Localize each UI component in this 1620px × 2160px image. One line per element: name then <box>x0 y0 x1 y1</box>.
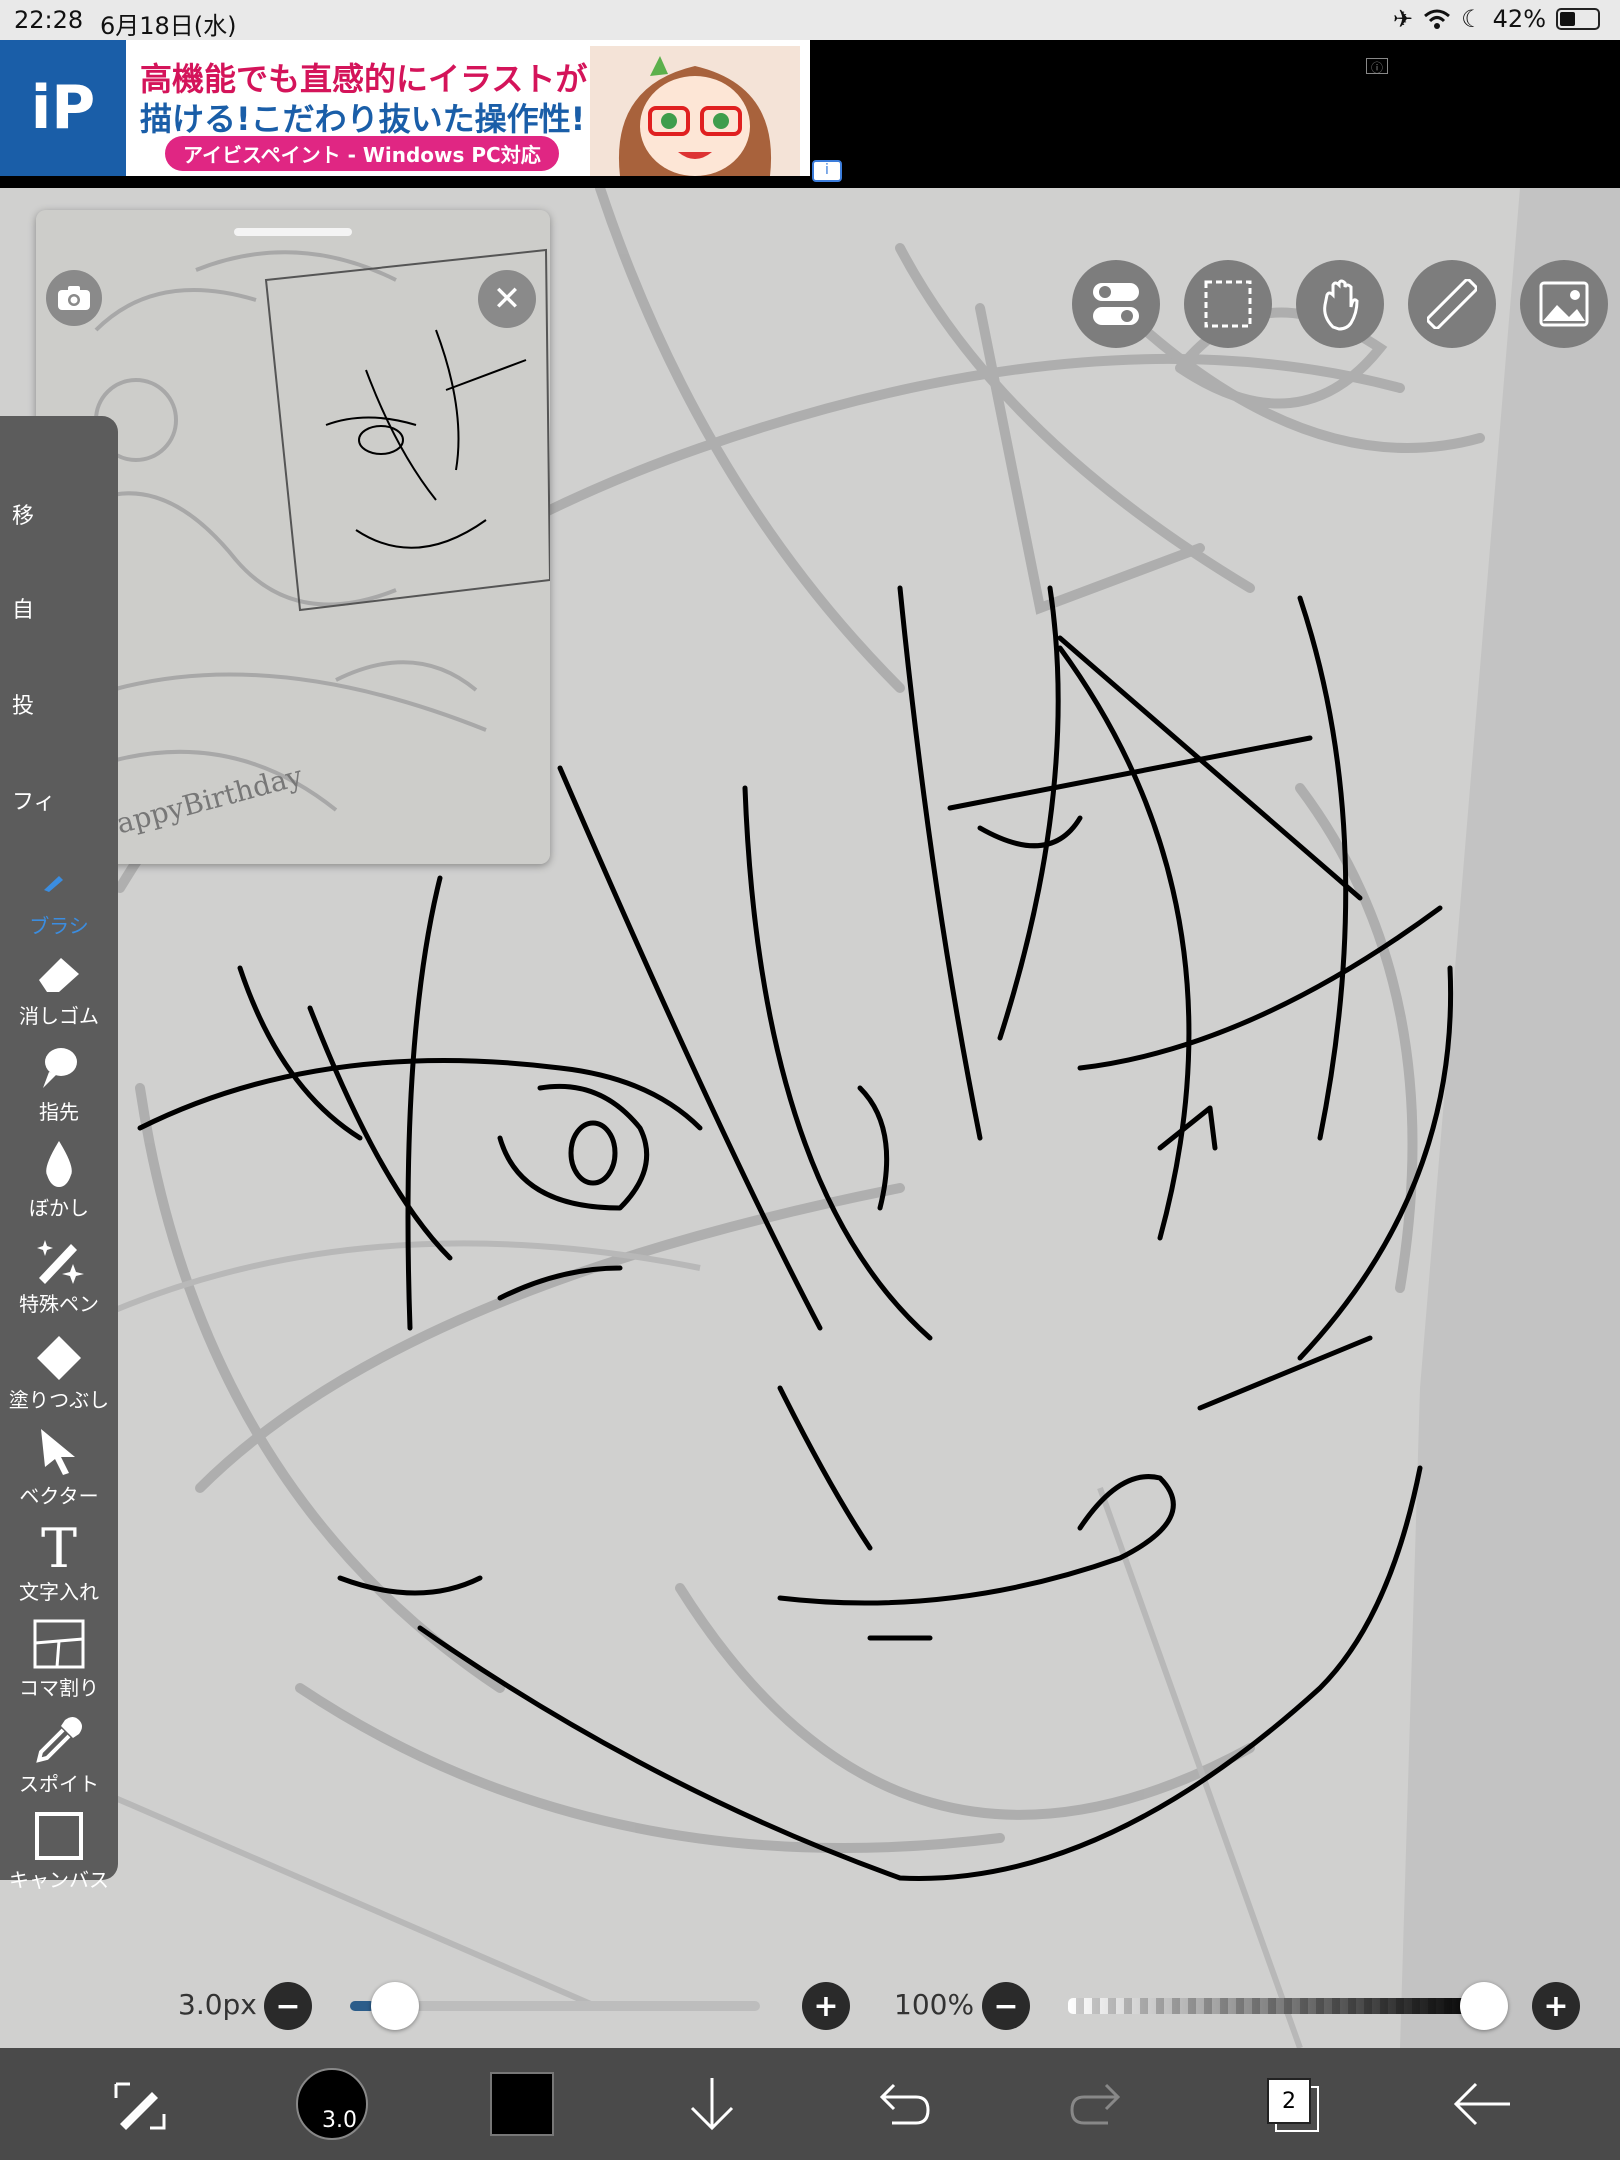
opacity-label: 100% <box>894 1988 975 2021</box>
ibis-logo: iP <box>0 40 126 176</box>
wifi-icon <box>1424 9 1451 29</box>
tool-special-pen[interactable]: 特殊ペン <box>0 1234 118 1330</box>
battery-percent: 42% <box>1492 5 1546 33</box>
tool-label: キャンバス <box>9 1868 109 1892</box>
ibis-paint-screen: 22:28 6月18日(水) ✈ ☾ 42% iP 高機能でも直感的にイラストが… <box>0 0 1620 2160</box>
eyedropper-icon <box>31 1714 87 1766</box>
import-icon[interactable] <box>676 2062 748 2146</box>
status-bar: 22:28 6月18日(水) ✈ ☾ 42% <box>0 0 1620 40</box>
ad-banner[interactable]: iP 高機能でも直感的にイラストが 描ける!こだわり抜いた操作性! アイビスペイ… <box>0 40 810 176</box>
tool-label: ベクター <box>19 1484 99 1508</box>
tool-label: ブラシ <box>29 914 89 938</box>
color-icon[interactable] <box>486 2062 558 2146</box>
airplane-icon: ✈ <box>1393 5 1414 33</box>
tool-label: 消しゴム <box>19 1004 99 1028</box>
tool-label: 指先 <box>39 1100 79 1124</box>
hand-gesture-icon <box>1323 279 1359 331</box>
brush-size-badge: 3.0 <box>322 2108 357 2133</box>
tool-blur[interactable]: ぼかし <box>0 1138 118 1234</box>
tool-label: スポイト <box>19 1772 99 1796</box>
moon-icon: ☾ <box>1461 5 1483 33</box>
tool-label-auto-partial[interactable]: 自 <box>12 592 34 624</box>
image-icon <box>1539 281 1589 327</box>
tool-frame-divider[interactable]: コマ割り <box>0 1618 118 1714</box>
size-minus-button[interactable]: − <box>264 1982 312 2030</box>
ad-banner-area[interactable]: iP 高機能でも直感的にイラストが 描ける!こだわり抜いた操作性! アイビスペイ… <box>0 40 1620 188</box>
tool-label-filter-partial[interactable]: フィ <box>12 784 56 816</box>
selection-icon <box>1204 280 1252 328</box>
canvas-icon <box>31 1810 87 1862</box>
redo-icon[interactable] <box>1060 2062 1132 2146</box>
tool-label: コマ割り <box>19 1676 99 1700</box>
selection-button[interactable] <box>1184 260 1272 348</box>
vector-icon <box>31 1426 87 1478</box>
tool-eraser[interactable]: 消しゴム <box>0 946 118 1042</box>
tool-vector[interactable]: ベクター <box>0 1426 118 1522</box>
tool-label-select-partial[interactable]: 投 <box>12 688 34 720</box>
tool-smudge[interactable]: 指先 <box>0 1042 118 1138</box>
opacity-slider-knob[interactable] <box>1460 1982 1508 2030</box>
layer-count: 2 <box>1267 2078 1311 2124</box>
navigator-drag-handle[interactable] <box>234 228 352 236</box>
battery-icon <box>1556 8 1600 30</box>
status-right: ✈ ☾ 42% <box>1393 5 1600 33</box>
ad-character-image <box>590 46 800 176</box>
ad-tagline: アイビスペイント - Windows PC対応 <box>165 136 559 171</box>
brush-slider-row: 3.0px − + 100% − + <box>0 1964 1620 2048</box>
opacity-minus-button[interactable]: − <box>982 1982 1030 2030</box>
eraser-icon <box>31 946 87 998</box>
status-time: 22:28 <box>14 6 84 34</box>
brush-size-preview: 3.0 <box>296 2068 368 2140</box>
transform-tool-icon[interactable] <box>98 2062 182 2146</box>
tool-label: 塗りつぶし <box>8 1388 110 1412</box>
opacity-slider-track[interactable] <box>1068 1998 1484 2014</box>
hand-gesture-button[interactable] <box>1296 260 1384 348</box>
bottom-toolbar: 3.0 2 <box>0 2048 1620 2160</box>
layer-count-badge: 2 <box>1267 2078 1319 2132</box>
camera-icon[interactable] <box>46 270 102 326</box>
tool-label-move-partial[interactable]: 移 <box>12 498 34 530</box>
smudge-icon <box>31 1042 87 1094</box>
tool-label: 特殊ペン <box>19 1292 99 1316</box>
brush-icon <box>31 856 87 908</box>
toggle-icon <box>1093 283 1139 325</box>
tool-label: 文字入れ <box>19 1580 99 1604</box>
opacity-plus-button[interactable]: + <box>1532 1982 1580 2030</box>
blur-icon <box>31 1138 87 1190</box>
ad-close-button[interactable]: ⓘ <box>1366 58 1388 75</box>
brush-size-label: 3.0px <box>178 1988 257 2021</box>
current-color-swatch <box>490 2072 554 2136</box>
tool-label: ぼかし <box>29 1196 89 1220</box>
status-date: 6月18日(水) <box>100 12 237 40</box>
text-icon: T <box>40 1516 78 1580</box>
toggle-button[interactable] <box>1072 260 1160 348</box>
frame-divider-icon <box>31 1618 87 1670</box>
layers-icon[interactable]: 2 <box>1256 2062 1328 2146</box>
special-pen-icon <box>31 1234 87 1286</box>
fill-icon <box>31 1330 87 1382</box>
tool-sidebar: 移 自 投 フィ ブラシ 消しゴム 指先 ぼかし 特殊ペン 塗りつぶし ベクター… <box>0 416 118 1892</box>
close-icon[interactable]: ✕ <box>478 270 536 328</box>
tool-canvas[interactable]: キャンバス <box>0 1810 118 1906</box>
size-slider-knob[interactable] <box>370 1982 419 2030</box>
brush-size-icon[interactable]: 3.0 <box>290 2062 374 2146</box>
tool-fill[interactable]: 塗りつぶし <box>0 1330 118 1426</box>
tool-eyedropper[interactable]: スポイト <box>0 1714 118 1810</box>
battery-fill <box>1560 12 1575 26</box>
tool-brush[interactable]: ブラシ <box>0 856 118 952</box>
size-plus-button[interactable]: + <box>802 1982 850 2030</box>
ruler-icon <box>1427 279 1477 329</box>
ruler-button[interactable] <box>1408 260 1496 348</box>
image-button[interactable] <box>1520 260 1608 348</box>
tool-text[interactable]: T 文字入れ <box>0 1516 118 1618</box>
ad-headline-2: 描ける!こだわり抜いた操作性! <box>140 100 586 138</box>
undo-icon[interactable] <box>868 2062 940 2146</box>
back-icon[interactable] <box>1446 2062 1518 2146</box>
ad-info-button[interactable]: i <box>812 160 842 182</box>
